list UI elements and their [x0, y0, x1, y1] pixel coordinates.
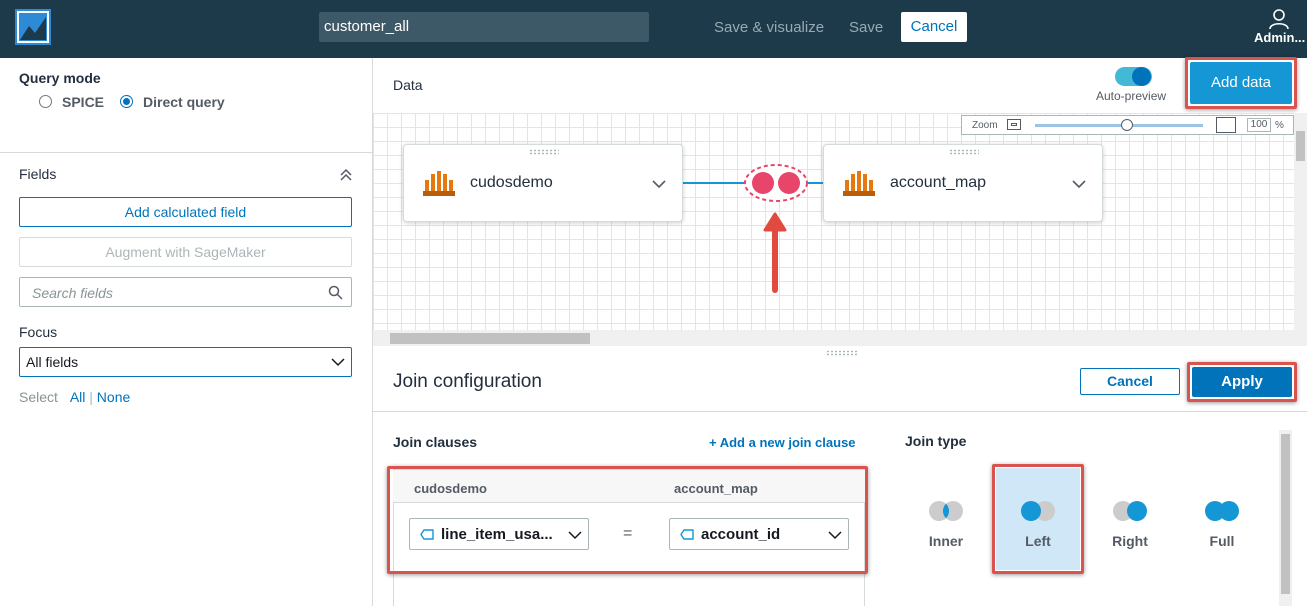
focus-select[interactable]: All fields — [19, 347, 352, 377]
focus-title: Focus — [19, 324, 58, 340]
top-bar: customer_all Save & visualize Save Cance… — [0, 0, 1307, 58]
inner-join-icon[interactable] — [925, 499, 967, 523]
select-none-link[interactable]: None — [97, 389, 130, 405]
select-label: Select — [19, 389, 58, 405]
join-vertical-scrollbar[interactable] — [1279, 430, 1292, 606]
user-menu[interactable]: Admin... — [1254, 8, 1306, 45]
select-links: Select All | None — [19, 389, 130, 405]
quicksight-logo-icon[interactable] — [15, 9, 51, 45]
right-join-icon[interactable] — [1109, 499, 1151, 523]
scrollbar-thumb[interactable] — [1281, 434, 1290, 594]
zoom-slider-knob[interactable] — [1121, 119, 1134, 131]
scrollbar-thumb[interactable] — [390, 333, 590, 344]
canvas-vertical-scrollbar[interactable] — [1294, 113, 1307, 330]
search-placeholder: Search fields — [32, 285, 113, 301]
join-type-right[interactable]: Right — [1090, 533, 1170, 549]
dataset-node-cudosdemo[interactable]: cudosdemo — [403, 144, 683, 222]
add-data-button[interactable]: Add data — [1190, 62, 1292, 104]
fields-title: Fields — [19, 166, 57, 182]
athena-icon — [843, 171, 875, 196]
query-mode-title: Query mode — [19, 70, 101, 86]
direct-query-label[interactable]: Direct query — [143, 94, 225, 110]
full-join-icon[interactable] — [1201, 499, 1243, 523]
user-label: Admin... — [1254, 30, 1306, 45]
collapse-chevron-icon[interactable] — [339, 168, 353, 182]
direct-query-radio[interactable] — [120, 95, 133, 108]
resize-handle-icon[interactable] — [826, 350, 858, 356]
canvas-horizontal-scrollbar[interactable] — [373, 330, 1307, 346]
join-clause-highlight — [387, 466, 868, 574]
apply-button[interactable]: Apply — [1192, 367, 1292, 397]
save-visualize-button[interactable]: Save & visualize — [714, 19, 824, 36]
augment-sagemaker-button[interactable]: Augment with SageMaker — [19, 237, 352, 267]
join-cancel-button[interactable]: Cancel — [1080, 368, 1180, 395]
chevron-down-icon[interactable] — [1072, 179, 1086, 189]
data-header: Data Auto-preview — [373, 58, 1307, 113]
add-join-clause-link[interactable]: + Add a new join clause — [709, 435, 856, 450]
user-icon — [1269, 9, 1289, 29]
save-button[interactable]: Save — [849, 19, 883, 36]
join-clauses-title: Join clauses — [393, 434, 478, 450]
drag-handle-icon[interactable] — [949, 149, 979, 155]
dataset-node-account-map[interactable]: account_map — [823, 144, 1103, 222]
scrollbar-thumb[interactable] — [1296, 131, 1305, 161]
zoom-label: Zoom — [972, 120, 998, 131]
left-join-icon[interactable] — [1017, 499, 1059, 523]
join-type-full[interactable]: Full — [1182, 533, 1262, 549]
zoom-fit-icon[interactable] — [1216, 117, 1236, 133]
search-fields-input[interactable]: Search fields — [19, 277, 352, 307]
auto-preview-toggle[interactable] — [1115, 67, 1152, 86]
annotation-arrow-icon — [763, 212, 787, 293]
add-calculated-field-button[interactable]: Add calculated field — [19, 197, 352, 227]
separator: | — [89, 389, 93, 405]
node-label: cudosdemo — [470, 174, 553, 191]
spice-label[interactable]: SPICE — [62, 94, 104, 110]
zoom-unit: % — [1275, 120, 1284, 131]
zoom-control: Zoom 100 % — [961, 115, 1294, 135]
data-title: Data — [393, 77, 423, 93]
drag-handle-icon[interactable] — [529, 149, 559, 155]
join-type-inner[interactable]: Inner — [906, 533, 986, 549]
chevron-down-icon[interactable] — [652, 179, 666, 189]
spice-radio[interactable] — [39, 95, 52, 108]
join-icon[interactable] — [742, 162, 810, 204]
join-type-left[interactable]: Left — [998, 533, 1078, 549]
athena-icon — [423, 171, 455, 196]
dataset-name-input[interactable]: customer_all — [319, 12, 649, 42]
select-all-link[interactable]: All — [70, 389, 86, 405]
join-connector-left — [682, 182, 746, 184]
auto-preview-label: Auto-preview — [1096, 89, 1167, 103]
zoom-value[interactable]: 100 — [1247, 118, 1271, 132]
join-config-title: Join configuration — [393, 371, 542, 392]
divider — [0, 152, 372, 153]
focus-value: All fields — [26, 354, 79, 370]
zoom-slider[interactable] — [1035, 119, 1203, 131]
node-label: account_map — [890, 174, 987, 191]
join-type-title: Join type — [905, 433, 967, 449]
left-panel: Query mode SPICE Direct query Fields Add… — [0, 58, 373, 606]
top-cancel-button[interactable]: Cancel — [901, 12, 967, 42]
search-icon — [328, 285, 343, 300]
zoom-out-icon[interactable] — [1007, 119, 1021, 130]
chevron-down-icon — [331, 358, 345, 367]
